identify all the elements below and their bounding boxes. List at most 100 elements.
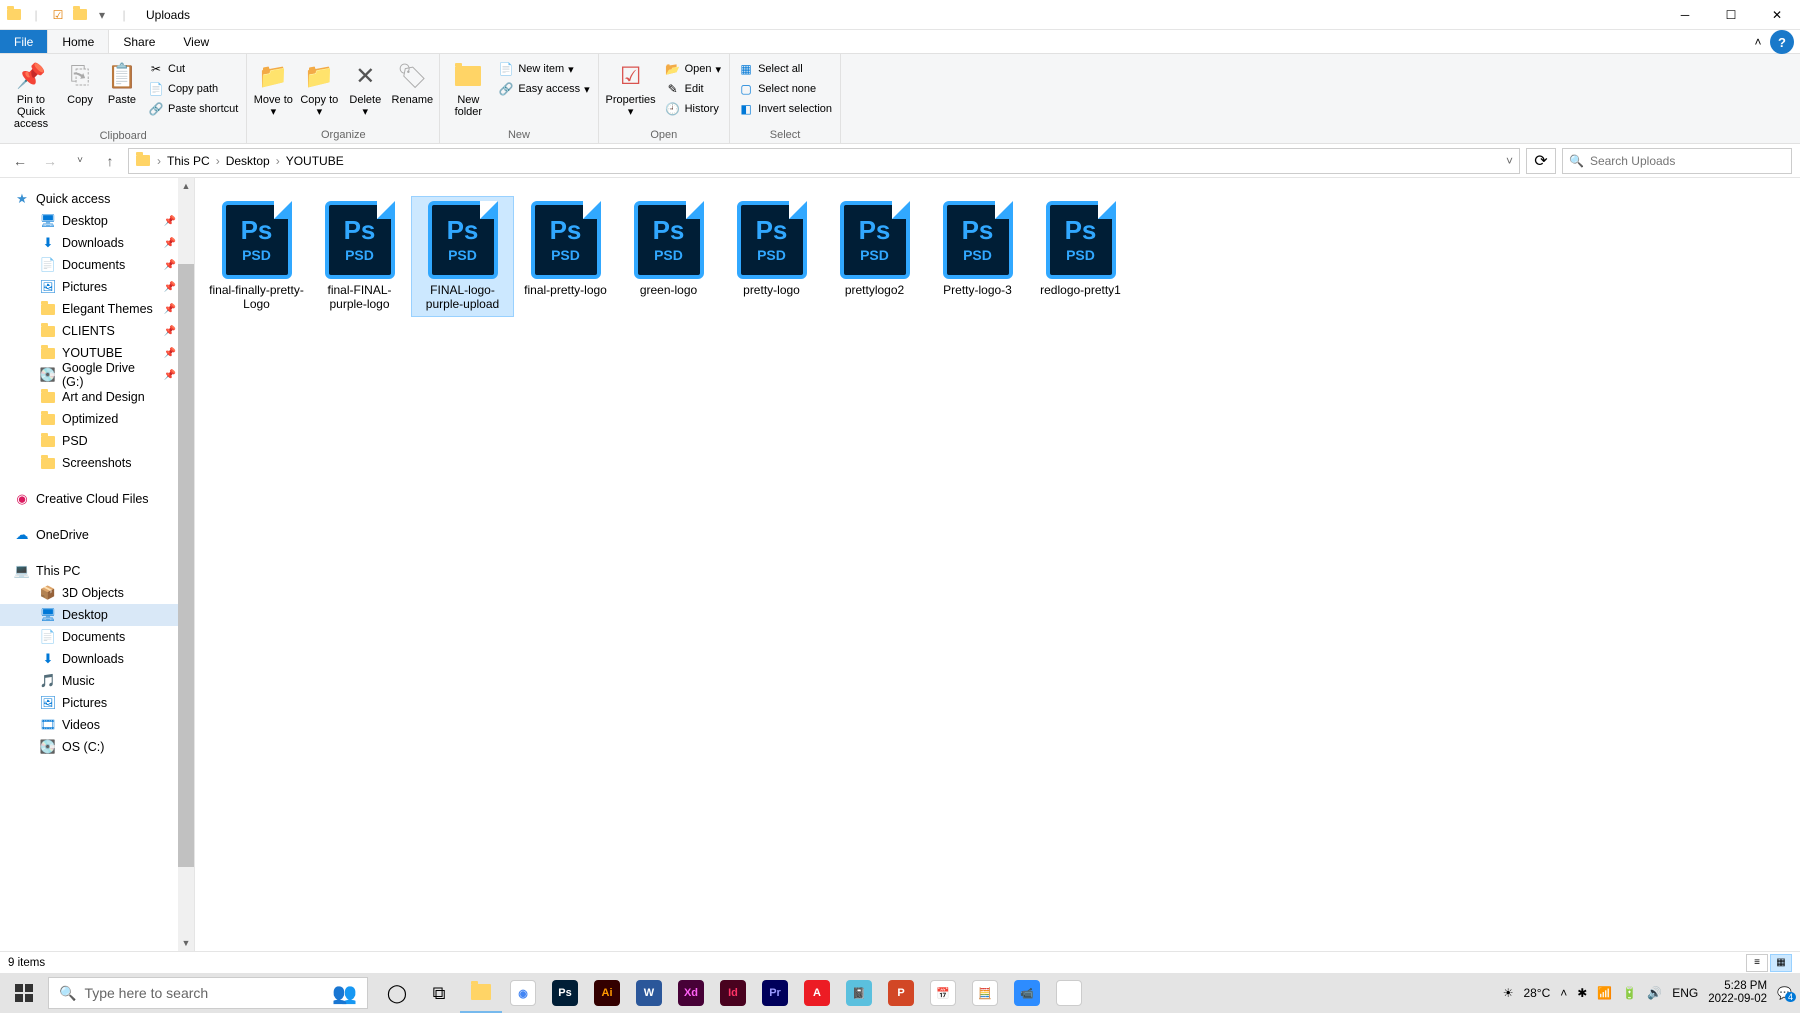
file-item[interactable]: PsPSDpretty-logo bbox=[720, 196, 823, 317]
copy-path-button[interactable]: 📄Copy path bbox=[144, 80, 242, 98]
address-dropdown-icon[interactable]: ˅ bbox=[1506, 154, 1513, 168]
breadcrumb-this-pc[interactable]: This PC bbox=[167, 154, 210, 168]
history-button[interactable]: 🕘History bbox=[661, 100, 725, 118]
taskbar-search[interactable]: 🔍 Type here to search 👥 bbox=[48, 977, 368, 1009]
nav-item-optimized[interactable]: Optimized bbox=[0, 408, 194, 430]
tab-share[interactable]: Share bbox=[109, 30, 169, 53]
nav-onedrive[interactable]: ☁ OneDrive bbox=[0, 524, 194, 546]
word-taskbar[interactable]: W bbox=[628, 973, 670, 1013]
acrobat-taskbar[interactable]: A bbox=[796, 973, 838, 1013]
search-input[interactable] bbox=[1590, 154, 1785, 168]
premiere-taskbar[interactable]: Pr bbox=[754, 973, 796, 1013]
nav-item-pictures[interactable]: 🖼Pictures📌 bbox=[0, 276, 194, 298]
forward-button[interactable]: → bbox=[38, 149, 62, 173]
taskbar-clock[interactable]: 5:28 PM 2022-09-02 bbox=[1708, 980, 1767, 1005]
select-all-button[interactable]: ▦Select all bbox=[734, 60, 836, 78]
nav-item-desktop[interactable]: 🖥Desktop📌 bbox=[0, 210, 194, 232]
tab-home[interactable]: Home bbox=[47, 30, 109, 53]
nav-item-downloads[interactable]: ⬇Downloads📌 bbox=[0, 232, 194, 254]
tab-view[interactable]: View bbox=[169, 30, 223, 53]
nav-quick-access[interactable]: ★ Quick access bbox=[0, 188, 194, 210]
properties-button[interactable]: ☑ Properties▾ bbox=[603, 56, 659, 118]
notification-center-button[interactable]: 💬4 bbox=[1777, 986, 1792, 1000]
start-button[interactable] bbox=[0, 973, 48, 1013]
wifi-icon[interactable]: 📶 bbox=[1597, 986, 1612, 1000]
slack-taskbar[interactable]: ✱ bbox=[1048, 973, 1090, 1013]
scroll-up-icon[interactable]: ▲ bbox=[178, 178, 194, 194]
nav-item-screenshots[interactable]: Screenshots bbox=[0, 452, 194, 474]
nav-item-clients[interactable]: CLIENTS📌 bbox=[0, 320, 194, 342]
scroll-down-icon[interactable]: ▼ bbox=[178, 935, 194, 951]
nav-this-pc[interactable]: 💻 This PC bbox=[0, 560, 194, 582]
search-box[interactable]: 🔍 bbox=[1562, 148, 1792, 174]
move-to-button[interactable]: 📁 Move to ▾ bbox=[251, 56, 295, 118]
file-item[interactable]: PsPSDredlogo-pretty1 bbox=[1029, 196, 1132, 317]
battery-icon[interactable]: 🔋 bbox=[1622, 986, 1637, 1000]
illustrator-taskbar[interactable]: Ai bbox=[586, 973, 628, 1013]
delete-button[interactable]: ✕ Delete▾ bbox=[343, 56, 387, 118]
breadcrumb-youtube[interactable]: YOUTUBE bbox=[286, 154, 344, 168]
easy-access-button[interactable]: 🔗Easy access ▾ bbox=[494, 80, 593, 98]
breadcrumb-desktop[interactable]: Desktop bbox=[226, 154, 270, 168]
weather-icon[interactable]: ☀ bbox=[1503, 986, 1514, 1000]
ribbon-collapse-icon[interactable]: ˄ bbox=[1746, 30, 1770, 53]
nav-item-documents[interactable]: 📄Documents bbox=[0, 626, 194, 648]
properties-icon[interactable]: ☑ bbox=[50, 7, 66, 23]
tray-app-icon[interactable]: ✱ bbox=[1577, 986, 1587, 1000]
help-button[interactable]: ? bbox=[1770, 30, 1794, 54]
weather-temp[interactable]: 28°C bbox=[1523, 986, 1550, 1000]
back-button[interactable]: ← bbox=[8, 149, 32, 173]
file-view[interactable]: PsPSDfinal-finally-pretty-LogoPsPSDfinal… bbox=[195, 178, 1800, 951]
close-button[interactable]: ✕ bbox=[1754, 0, 1800, 30]
copy-to-button[interactable]: 📁 Copy to ▾ bbox=[297, 56, 341, 118]
select-none-button[interactable]: ▢Select none bbox=[734, 80, 836, 98]
file-item[interactable]: PsPSDFINAL-logo-purple-upload bbox=[411, 196, 514, 317]
rename-button[interactable]: 🏷 Rename bbox=[389, 56, 435, 106]
icons-view-button[interactable]: ▦ bbox=[1770, 954, 1792, 972]
nav-item-3d-objects[interactable]: 📦3D Objects bbox=[0, 582, 194, 604]
cut-button[interactable]: ✂Cut bbox=[144, 60, 242, 78]
file-explorer-taskbar[interactable] bbox=[460, 973, 502, 1013]
paste-shortcut-button[interactable]: 🔗Paste shortcut bbox=[144, 100, 242, 118]
file-item[interactable]: PsPSDfinal-FINAL-purple-logo bbox=[308, 196, 411, 317]
nav-item-art-and-design[interactable]: Art and Design bbox=[0, 386, 194, 408]
file-item[interactable]: PsPSDgreen-logo bbox=[617, 196, 720, 317]
nav-scrollbar[interactable]: ▲ ▼ bbox=[178, 178, 194, 951]
nav-item-os-c-[interactable]: 💽OS (C:) bbox=[0, 736, 194, 758]
new-item-button[interactable]: 📄New item ▾ bbox=[494, 60, 593, 78]
recent-dropdown[interactable]: ˅ bbox=[68, 149, 92, 173]
volume-icon[interactable]: 🔊 bbox=[1647, 986, 1662, 1000]
calendar-taskbar[interactable]: 📅 bbox=[922, 973, 964, 1013]
up-button[interactable]: ↑ bbox=[98, 149, 122, 173]
open-button[interactable]: 📂Open ▾ bbox=[661, 60, 725, 78]
indesign-taskbar[interactable]: Id bbox=[712, 973, 754, 1013]
notepad-taskbar[interactable]: 📓 bbox=[838, 973, 880, 1013]
qat-dropdown-icon[interactable]: ▾ bbox=[94, 7, 110, 23]
pin-quick-access-button[interactable]: 📌 Pin to Quick access bbox=[4, 56, 58, 130]
tab-file[interactable]: File bbox=[0, 30, 47, 53]
calculator-taskbar[interactable]: 🧮 bbox=[964, 973, 1006, 1013]
language-indicator[interactable]: ENG bbox=[1672, 986, 1698, 1000]
tray-overflow-icon[interactable]: ˄ bbox=[1560, 986, 1567, 1000]
nav-item-downloads[interactable]: ⬇Downloads bbox=[0, 648, 194, 670]
powerpoint-taskbar[interactable]: P bbox=[880, 973, 922, 1013]
file-item[interactable]: PsPSDfinal-pretty-logo bbox=[514, 196, 617, 317]
file-item[interactable]: PsPSDprettylogo2 bbox=[823, 196, 926, 317]
new-folder-button[interactable]: New folder bbox=[444, 56, 492, 118]
address-bar[interactable]: › This PC › Desktop › YOUTUBE ˅ bbox=[128, 148, 1520, 174]
zoom-taskbar[interactable]: 📹 bbox=[1006, 973, 1048, 1013]
edit-button[interactable]: ✎Edit bbox=[661, 80, 725, 98]
paste-button[interactable]: 📋 Paste bbox=[102, 56, 142, 106]
nav-item-pictures[interactable]: 🖼Pictures bbox=[0, 692, 194, 714]
file-item[interactable]: PsPSDfinal-finally-pretty-Logo bbox=[205, 196, 308, 317]
photoshop-taskbar[interactable]: Ps bbox=[544, 973, 586, 1013]
chrome-taskbar[interactable]: ◉ bbox=[502, 973, 544, 1013]
cortana-button[interactable]: ◯ bbox=[376, 973, 418, 1013]
file-item[interactable]: PsPSDPretty-logo-3 bbox=[926, 196, 1029, 317]
nav-item-videos[interactable]: 🎞Videos bbox=[0, 714, 194, 736]
nav-item-documents[interactable]: 📄Documents📌 bbox=[0, 254, 194, 276]
invert-selection-button[interactable]: ◧Invert selection bbox=[734, 100, 836, 118]
nav-creative-cloud[interactable]: ◉ Creative Cloud Files bbox=[0, 488, 194, 510]
nav-item-elegant-themes[interactable]: Elegant Themes📌 bbox=[0, 298, 194, 320]
details-view-button[interactable]: ≡ bbox=[1746, 954, 1768, 972]
